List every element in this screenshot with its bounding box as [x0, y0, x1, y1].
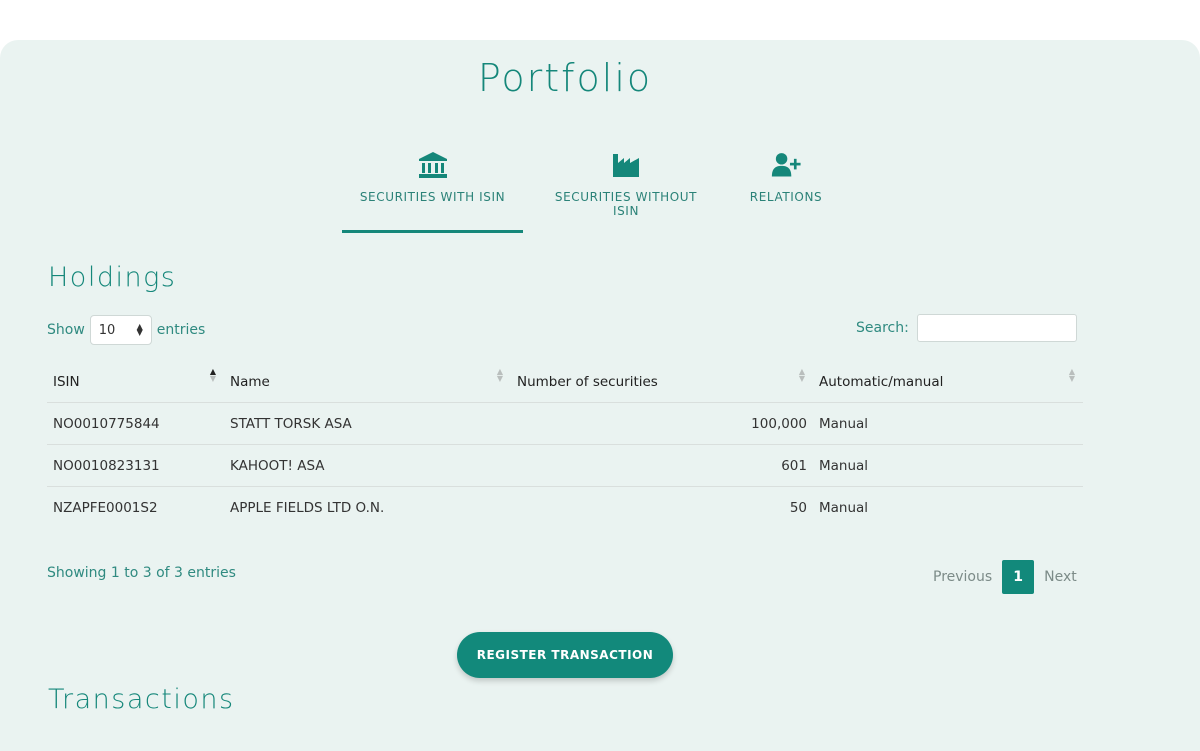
previous-page-button[interactable]: Previous [925, 569, 1000, 585]
factory-icon [613, 154, 639, 177]
sort-icon: ▲ ▼ [1068, 367, 1075, 383]
page-1-button[interactable]: 1 [1002, 560, 1035, 594]
sort-icon: ▲ ▼ [798, 367, 805, 383]
column-header-name[interactable]: Name ▲ ▼ [224, 362, 511, 403]
show-label: Show [47, 322, 85, 338]
next-page-button[interactable]: Next [1036, 569, 1085, 585]
table-header-row: ISIN ▲ ▼ Name ▲ ▼ Number of securities ▲ ▼ … [47, 362, 1083, 403]
column-header-mode[interactable]: Automatic/manual ▲ ▼ [813, 362, 1083, 403]
bank-icon [418, 152, 447, 178]
cell-isin: NZAPFE0001S2 [53, 499, 158, 516]
table-row[interactable]: NO0010823131 KAHOOT! ASA 601 Manual [47, 444, 1083, 487]
table-row[interactable]: NZAPFE0001S2 APPLE FIELDS LTD O.N. 50 Ma… [47, 487, 1083, 529]
column-label: ISIN [53, 374, 80, 390]
cell-count: 50 [789, 499, 807, 516]
add-user-icon [771, 153, 801, 177]
page-length-value: 10 [98, 322, 116, 338]
tab-label: SECURITIES WITHOUT ISIN [554, 190, 698, 218]
cell-count: 100,000 [511, 402, 813, 445]
tab-relations[interactable]: RELATIONS [742, 150, 830, 230]
cell-isin: NO0010775844 [47, 402, 224, 445]
tab-securities-with-isin[interactable]: SECURITIES WITH ISIN [342, 150, 523, 233]
register-transaction-button[interactable]: REGISTER TRANSACTION [457, 632, 673, 678]
column-label: Name [230, 374, 270, 390]
pagination: Previous 1 Next [925, 560, 1085, 594]
cell-count: 601 [511, 444, 813, 487]
cell-name: KAHOOT! ASA [224, 444, 511, 487]
tab-label: SECURITIES WITH ISIN [359, 190, 506, 204]
page-length-select[interactable]: 10 ▲ ▼ [89, 315, 152, 345]
transactions-heading: Transactions [48, 684, 235, 715]
page-title: Portfolio [477, 56, 653, 100]
tab-label: RELATIONS [749, 190, 823, 204]
show-entries-control: Show 10 ▲ ▼ entries [47, 315, 205, 345]
cell-isin: NO0010823131 [47, 444, 224, 487]
table-info: Showing 1 to 3 of 3 entries [47, 565, 236, 581]
tab-securities-without-isin[interactable]: SECURITIES WITHOUT ISIN [540, 150, 712, 230]
cell-mode: Manual [819, 499, 869, 516]
search-input[interactable] [916, 314, 1077, 342]
cell-mode: Manual [813, 444, 1083, 487]
holdings-heading: Holdings [48, 262, 177, 293]
table-row[interactable]: NO0010775844 STATT TORSK ASA 100,000 Man… [47, 402, 1083, 445]
sort-icon: ▲ ▼ [496, 367, 503, 383]
column-header-isin[interactable]: ISIN ▲ ▼ [47, 362, 224, 403]
search-label: Search: [856, 320, 909, 336]
select-arrows-icon: ▲ ▼ [136, 322, 143, 337]
column-label: Number of securities [517, 374, 658, 390]
holdings-table: ISIN ▲ ▼ Name ▲ ▼ Number of securities ▲ ▼ … [47, 362, 1083, 528]
search-control: Search: [856, 314, 1077, 342]
entries-label: entries [156, 322, 206, 338]
column-header-number[interactable]: Number of securities ▲ ▼ [511, 362, 813, 403]
column-label: Automatic/manual [819, 374, 944, 390]
cell-name: APPLE FIELDS LTD O.N. [230, 499, 385, 516]
cell-mode: Manual [813, 402, 1083, 445]
cell-name: STATT TORSK ASA [224, 402, 511, 445]
sort-asc-icon: ▲ ▼ [209, 367, 216, 383]
tab-bar: SECURITIES WITH ISIN SECURITIES WITHOUT … [0, 150, 1200, 233]
